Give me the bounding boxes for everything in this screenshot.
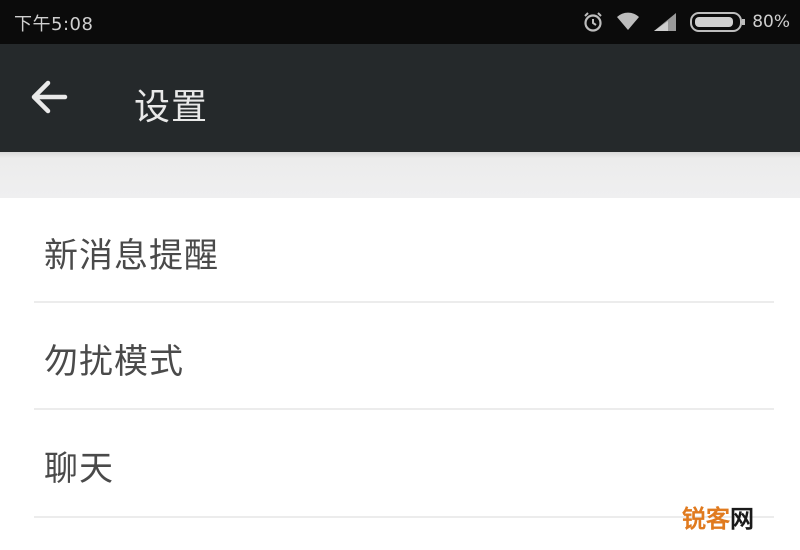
settings-item-do-not-disturb[interactable]: 勿扰模式 [0, 304, 800, 408]
status-icons: 80% [582, 9, 790, 35]
watermark-part1: 锐客 [682, 505, 730, 533]
settings-item-new-message-notification[interactable]: 新消息提醒 [0, 198, 800, 302]
list-divider [34, 516, 774, 518]
battery-percent: 80% [752, 12, 790, 32]
status-time: 下午5:08 [14, 14, 94, 35]
signal-icon [652, 12, 678, 32]
watermark: 锐客网 [682, 499, 754, 534]
settings-screen: 下午5:08 80% 设置 新消息提醒 勿扰模式 聊天 锐客网 [0, 0, 800, 550]
section-gap [0, 152, 800, 198]
settings-list: 新消息提醒 勿扰模式 聊天 [0, 198, 800, 550]
app-toolbar: 设置 [0, 44, 800, 152]
settings-item-label: 新消息提醒 [44, 236, 219, 276]
settings-item-label: 聊天 [44, 449, 114, 489]
battery-icon [690, 11, 746, 33]
watermark-part2: 网 [730, 505, 754, 533]
settings-item-chat[interactable]: 聊天 [0, 411, 800, 515]
arrow-left-icon [29, 79, 69, 119]
list-divider [34, 408, 774, 410]
status-bar: 下午5:08 80% [0, 0, 800, 44]
wifi-icon [616, 12, 640, 32]
back-button[interactable] [20, 74, 78, 124]
settings-item-label: 勿扰模式 [44, 342, 184, 382]
page-title: 设置 [134, 87, 209, 128]
alarm-icon [582, 11, 604, 33]
list-divider [34, 301, 774, 303]
